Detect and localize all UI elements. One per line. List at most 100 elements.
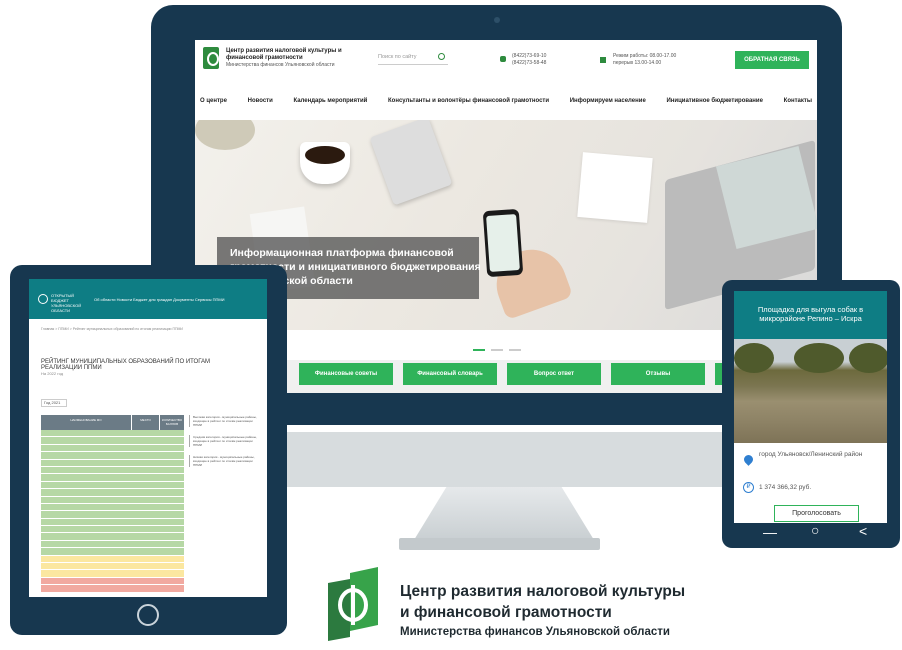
- table-cell-place: [131, 482, 159, 488]
- financial-tips-button[interactable]: Финансовые советы: [299, 363, 393, 385]
- table-cell-score: [159, 489, 184, 495]
- working-hours: Режим работы: 08.00-17.00 перерыв 13.00-…: [613, 53, 677, 66]
- location-pin-icon: [742, 453, 755, 466]
- carousel-dots[interactable]: [473, 338, 533, 351]
- vote-button[interactable]: Проголосовать: [774, 505, 859, 522]
- hero-plant: [195, 120, 255, 150]
- table-cell-score: [159, 430, 184, 436]
- table-row: [41, 548, 184, 556]
- search-icon[interactable]: [438, 53, 445, 60]
- table-cell-score: [159, 511, 184, 517]
- table-cell-name: [41, 467, 131, 473]
- table-cell-place: [131, 460, 159, 466]
- table-cell-place: [131, 563, 159, 569]
- budget-logo-icon[interactable]: [38, 294, 48, 304]
- table-row: [41, 489, 184, 497]
- table-cell-name: [41, 504, 131, 510]
- nav-item-calendar[interactable]: Календарь мероприятий: [293, 98, 367, 104]
- monitor-base: [399, 538, 600, 550]
- table-row: [41, 474, 184, 482]
- hero-calculator: [369, 120, 453, 206]
- table-cell-score: [159, 467, 184, 473]
- table-cell-place: [131, 519, 159, 525]
- nav-item-inform[interactable]: Информируем население: [570, 98, 646, 104]
- table-cell-place: [131, 445, 159, 451]
- table-cell-place: [131, 474, 159, 480]
- nav-item-news[interactable]: Новости: [248, 98, 273, 104]
- qa-button[interactable]: Вопрос ответ: [507, 363, 601, 385]
- site-title: Центр развития налоговой культуры и фина…: [226, 48, 342, 61]
- carousel-dot[interactable]: [509, 349, 521, 351]
- carousel-dot[interactable]: [491, 349, 503, 351]
- ruble-icon: ₽: [743, 482, 754, 493]
- table-cell-score: [159, 519, 184, 525]
- photo-trees: [734, 343, 774, 373]
- camera-dot: [494, 17, 500, 23]
- table-cell-name: [41, 585, 131, 591]
- table-cell-name: [41, 511, 131, 517]
- table-cell-score: [159, 497, 184, 503]
- table-cell-name: [41, 430, 131, 436]
- photo-trees: [794, 343, 844, 373]
- table-row: [41, 577, 184, 586]
- carousel-dot[interactable]: [473, 349, 485, 351]
- footer-title-line2: и финансовой грамотности: [400, 604, 612, 621]
- col-name-header: НАИМЕНОВАНИЕ МО: [70, 418, 102, 422]
- tablet-home-button[interactable]: [137, 604, 159, 626]
- table-row: [41, 437, 184, 445]
- table-cell-name: [41, 452, 131, 458]
- rating-table: НАИМЕНОВАНИЕ МО МЕСТО КОЛИЧЕСТВО БАЛЛОВ: [41, 415, 184, 593]
- footer-title-line1: Центр развития налоговой культуры: [400, 583, 686, 600]
- table-row: [41, 496, 184, 504]
- table-cell-name: [41, 482, 131, 488]
- table-cell-name: [41, 533, 131, 539]
- table-cell-score: [159, 474, 184, 480]
- tablet-nav[interactable]: Об области Новости Бюджет для граждан До…: [94, 297, 225, 302]
- table-cell-score: [159, 482, 184, 488]
- category-legend: Высокая категория - муниципальные районы…: [189, 415, 261, 475]
- table-cell-place: [131, 452, 159, 458]
- table-cell-score: [159, 556, 184, 562]
- home-nav-icon[interactable]: ○: [811, 522, 819, 538]
- table-body: [41, 430, 184, 593]
- table-cell-name: [41, 460, 131, 466]
- table-row: [41, 503, 184, 512]
- table-cell-place: [131, 467, 159, 473]
- rating-subheading: На 2022 год: [41, 371, 64, 376]
- table-cell-score: [159, 526, 184, 532]
- hero-receipt: [577, 152, 653, 223]
- menu-nav-icon[interactable]: —: [763, 524, 777, 540]
- site-logo-icon[interactable]: [203, 47, 219, 69]
- legend-medium: Средняя категория - муниципальные районы…: [189, 435, 261, 447]
- col-place-header: МЕСТО: [131, 415, 159, 430]
- nav-item-budgeting[interactable]: Инициативное бюджетирование: [666, 98, 763, 104]
- table-cell-score: [159, 570, 184, 576]
- nav-item-about[interactable]: О центре: [200, 98, 227, 104]
- back-nav-icon[interactable]: <: [859, 523, 867, 539]
- tablet-site-title: ОТКРЫТЫЙ БЮДЖЕТ УЛЬЯНОВСКОЙ ОБЛАСТИ: [51, 293, 82, 313]
- photo-trees: [849, 343, 887, 373]
- project-title: Площадка для выгула собак в микрорайоне …: [734, 291, 887, 339]
- nav-item-contacts[interactable]: Контакты: [784, 98, 812, 104]
- table-row: [41, 459, 184, 467]
- year-select[interactable]: Год 2021: [41, 399, 67, 407]
- legend-high: Высокая категория - муниципальные районы…: [189, 415, 261, 427]
- table-cell-name: [41, 541, 131, 547]
- nav-item-consultants[interactable]: Консультанты и волонтёры финансовой грам…: [388, 98, 549, 104]
- project-address: город Ульяновск/Ленинский район: [759, 451, 863, 458]
- breadcrumb[interactable]: Главная > ППМИ > Рейтинг муниципальных о…: [41, 327, 183, 331]
- table-cell-place: [131, 430, 159, 436]
- table-cell-name: [41, 445, 131, 451]
- financial-dictionary-button[interactable]: Финансовый словарь: [403, 363, 497, 385]
- table-cell-place: [131, 511, 159, 517]
- table-row: [41, 570, 184, 578]
- table-cell-score: [159, 504, 184, 510]
- table-cell-name: [41, 548, 131, 554]
- table-cell-place: [131, 570, 159, 576]
- feedback-button[interactable]: ОБРАТНАЯ СВЯЗЬ: [735, 51, 809, 69]
- reviews-button[interactable]: Отзывы: [611, 363, 705, 385]
- table-cell-name: [41, 519, 131, 525]
- table-cell-score: [159, 460, 184, 466]
- phone-screen: Площадка для выгула собак в микрорайоне …: [734, 291, 887, 523]
- table-cell-place: [131, 556, 159, 562]
